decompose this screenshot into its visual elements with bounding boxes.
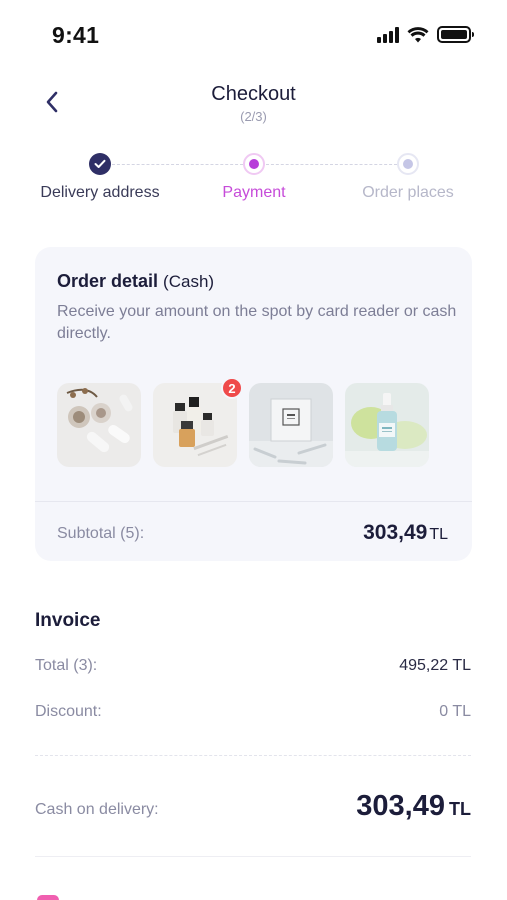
order-detail-description: Receive your amount on the spot by card …: [57, 303, 457, 342]
check-icon: [94, 159, 106, 168]
invoice-total-value: 495,22 TL: [399, 657, 471, 674]
step-payment-dot[interactable]: [243, 153, 265, 175]
product-thumbnails: 2: [57, 377, 429, 467]
signal-icon: [377, 26, 399, 43]
cash-on-delivery-label: Cash on delivery:: [35, 801, 159, 818]
status-bar: 9:41: [0, 0, 507, 72]
step-delivery-label[interactable]: Delivery address: [40, 184, 159, 202]
stepper-connector: [112, 164, 243, 165]
checkbox-icon[interactable]: [37, 895, 59, 900]
bottom-divider: [35, 856, 471, 857]
order-detail-card: Order detail (Cash) Receive your amount …: [35, 247, 472, 561]
step-payment-label[interactable]: Payment: [222, 184, 285, 202]
invoice-title: Invoice: [35, 610, 101, 631]
serum-bottle-image: [345, 383, 429, 467]
invoice-discount-label: Discount:: [35, 703, 102, 720]
invoice-divider: [35, 755, 471, 756]
product-thumb-serum[interactable]: [345, 383, 429, 467]
battery-icon: [437, 26, 474, 43]
subtotal-label: Subtotal (5):: [57, 525, 145, 542]
payment-mode-label: (Cash): [163, 272, 215, 291]
card-divider: [35, 501, 472, 502]
product-thumb-boxed[interactable]: [249, 383, 333, 467]
page-step-indicator: (2/3): [240, 109, 267, 124]
status-icons: [377, 26, 474, 43]
product-thumb-accessories[interactable]: [57, 383, 141, 467]
quantity-badge: 2: [221, 377, 243, 399]
step-order-places-label[interactable]: Order places: [362, 184, 454, 202]
wifi-icon: [407, 26, 429, 42]
invoice-discount-value: 0 TL: [439, 703, 471, 720]
step-delivery-dot[interactable]: [89, 153, 111, 175]
order-detail-title: Order detail (Cash): [57, 271, 214, 292]
step-order-places-dot[interactable]: [397, 153, 419, 175]
boxed-product-image: [249, 383, 333, 467]
subtotal-currency: TL: [429, 526, 448, 543]
subtotal-amount: 303,49 TL: [363, 521, 448, 545]
status-time: 9:41: [52, 22, 100, 48]
invoice-total-label: Total (3):: [35, 657, 98, 674]
accessories-image: [57, 383, 141, 467]
checkout-stepper: Delivery address Payment Order places: [0, 150, 507, 210]
nav-header: Checkout (2/3): [0, 78, 507, 128]
order-detail-heading: Order detail: [57, 271, 159, 291]
subtotal-amount-value: 303,49: [363, 521, 428, 544]
cash-on-delivery-value: 303,49: [356, 790, 445, 822]
page-title: Checkout: [211, 83, 296, 105]
cash-on-delivery-currency: TL: [449, 799, 471, 819]
stepper-connector: [266, 164, 397, 165]
product-thumb-perfume-set[interactable]: 2: [153, 377, 243, 467]
cash-on-delivery-amount: 303,49 TL: [356, 790, 471, 823]
